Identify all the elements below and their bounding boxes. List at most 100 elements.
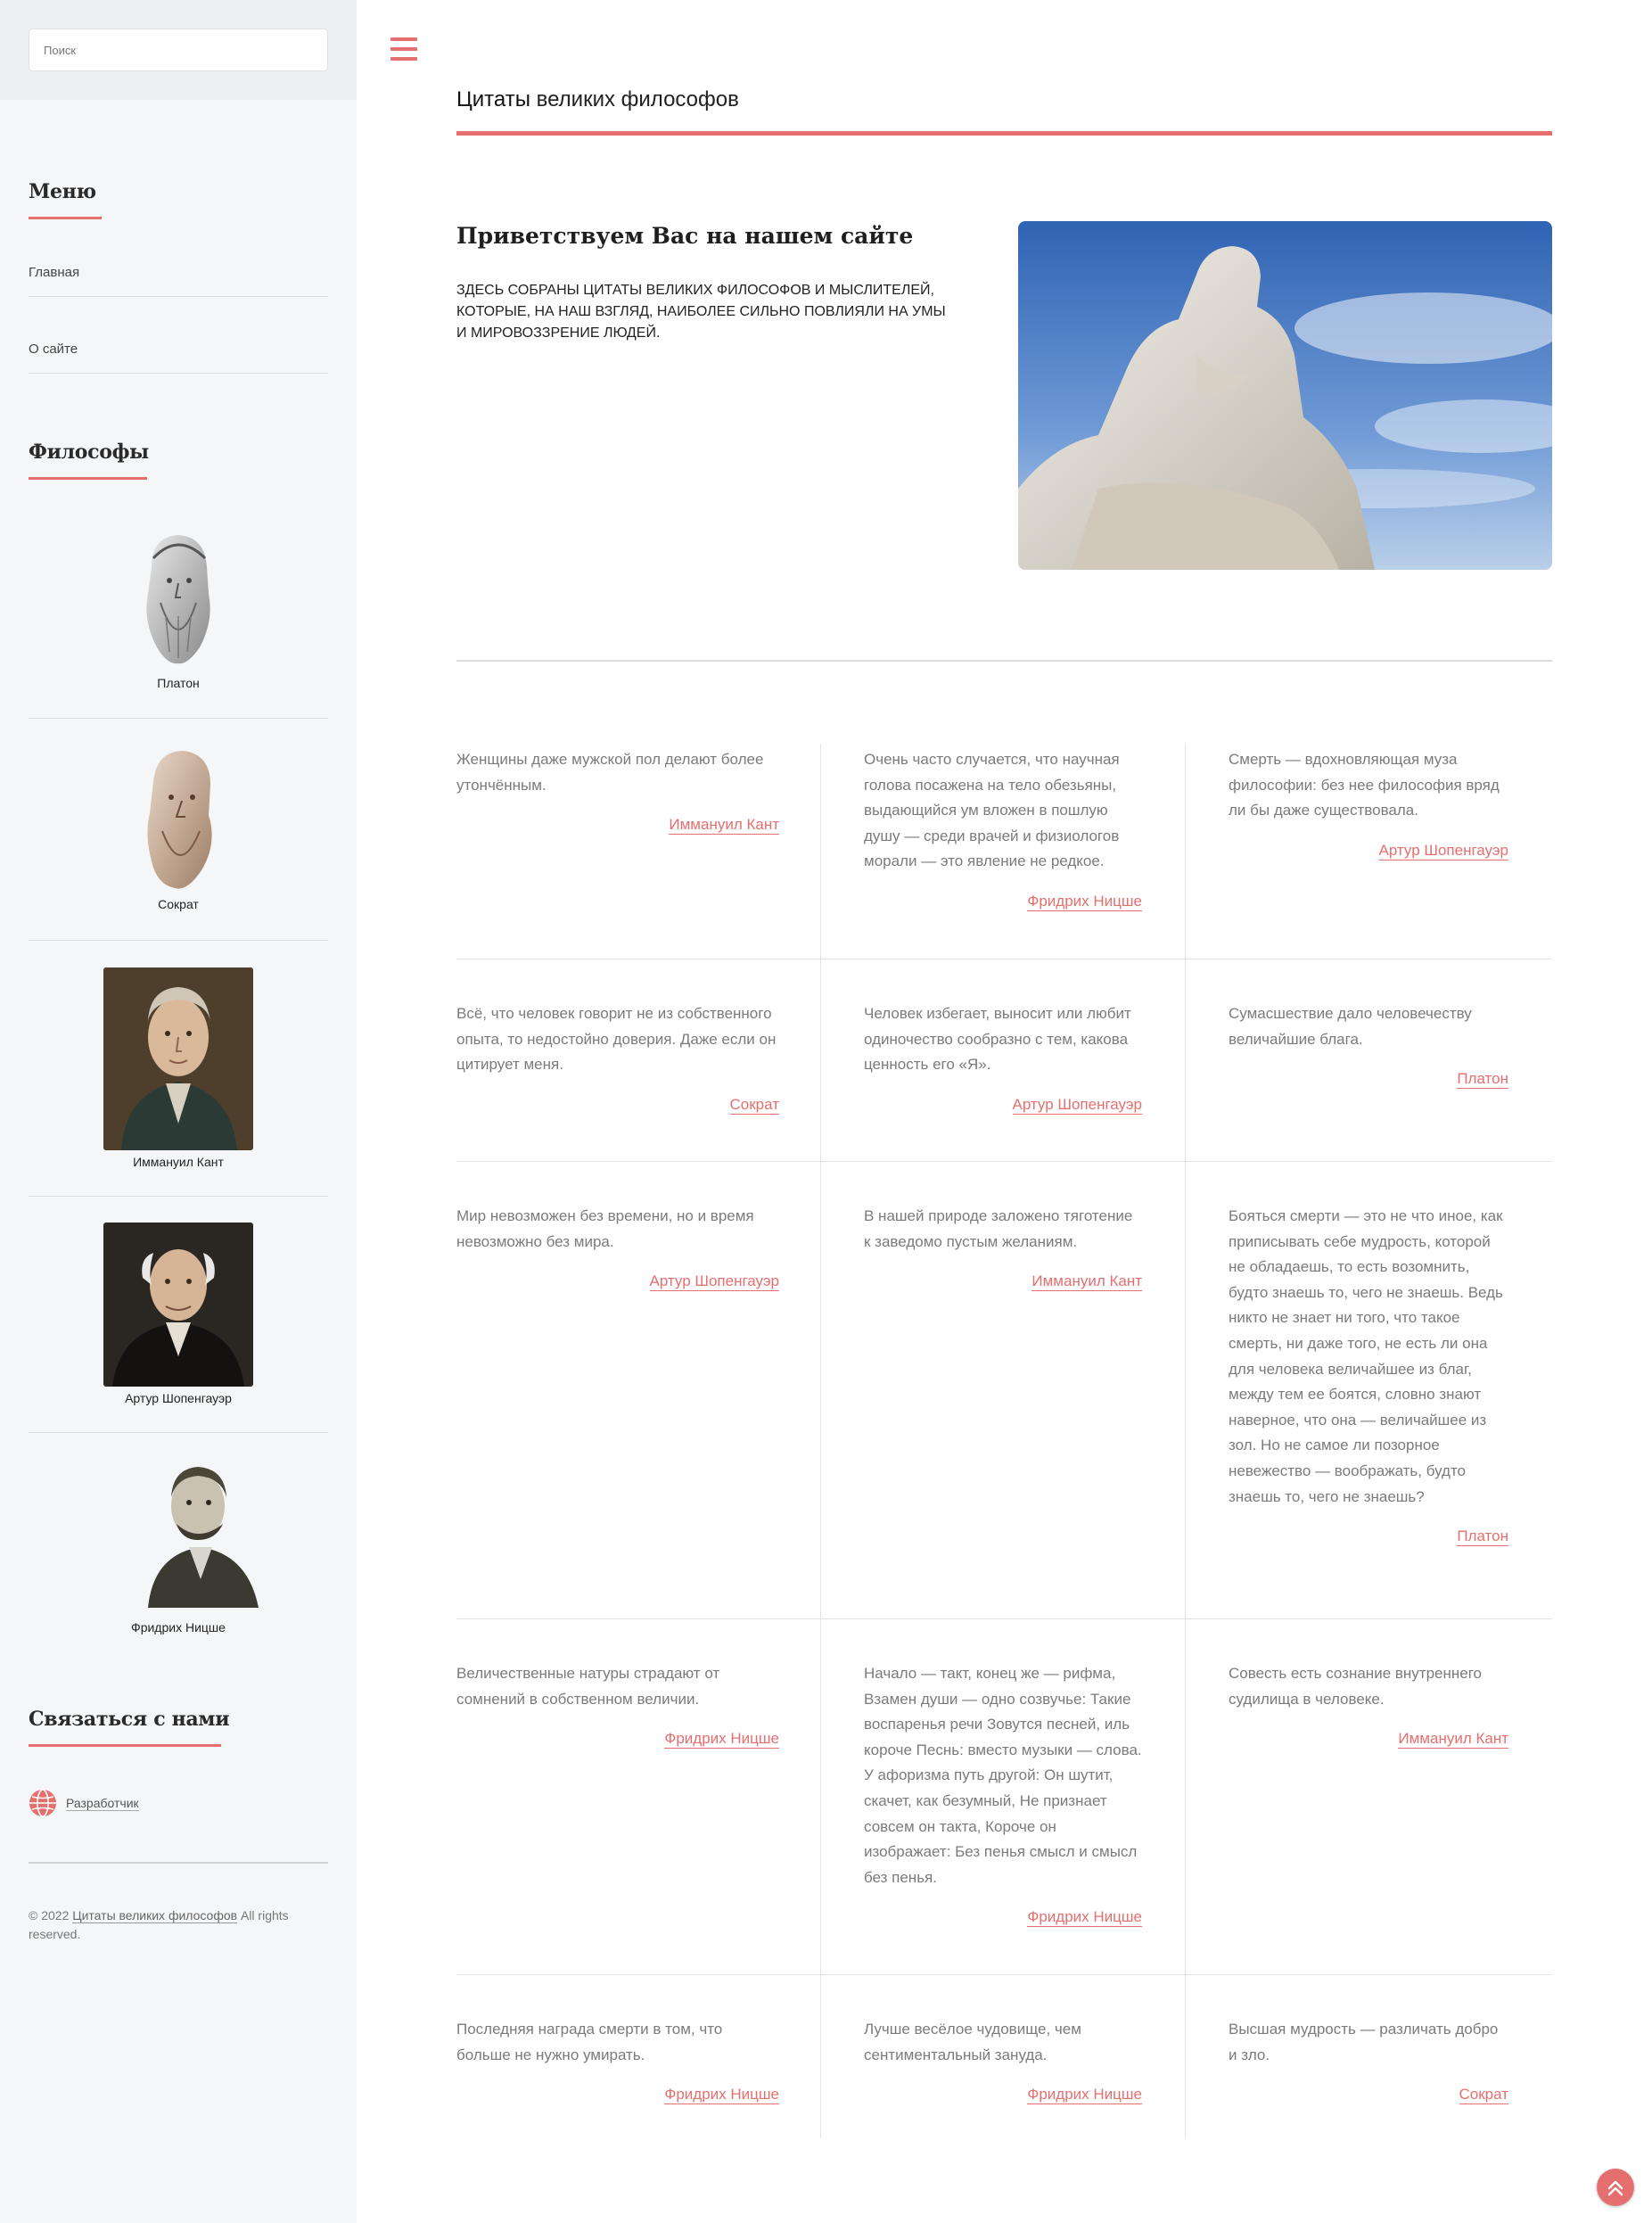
quote-text: Очень часто случается, что научная голов… <box>864 751 1120 870</box>
quote-text: Смерть — вдохновляющая муза философии: б… <box>1229 751 1500 819</box>
quote-card: Последняя награда смерти в том, что боль… <box>456 2017 779 2108</box>
philosopher-name: Сократ <box>158 897 199 911</box>
double-chevron-up-icon <box>1607 2180 1623 2196</box>
philosopher-kant[interactable]: Иммануил Кант <box>29 941 328 1197</box>
page-title: Цитаты великих философов <box>456 87 739 112</box>
grid-row-line <box>456 1161 1552 1162</box>
quote-author-link[interactable]: Фридрих Ницше <box>1027 1908 1142 1928</box>
quote-author-link[interactable]: Сократ <box>1459 2086 1508 2105</box>
scroll-to-top-button[interactable] <box>1597 2169 1634 2206</box>
hero-image-socrates-statue <box>1018 221 1552 570</box>
quote-text: Лучше весёлое чудовище, чем сентименталь… <box>864 2021 1081 2063</box>
quote-card: Высшая мудрость — различать добро и зло.… <box>1229 2017 1508 2108</box>
contact-heading-underline <box>29 1744 221 1747</box>
section-divider <box>456 660 1552 662</box>
philosopher-socrates[interactable]: Сократ <box>29 719 328 941</box>
quote-author-link[interactable]: Иммануил Кант <box>1398 1730 1508 1750</box>
copyright: © 2022 Цитаты великих философов All righ… <box>29 1906 328 1944</box>
quote-author-link[interactable]: Иммануил Кант <box>1031 1272 1142 1292</box>
quote-card: Бояться смерти — это не что иное, как пр… <box>1229 1204 1508 1550</box>
menu-heading: Меню <box>29 180 96 203</box>
welcome-text: Здесь собраны цитаты великих философов и… <box>456 283 946 341</box>
quote-author: Платон <box>1229 1524 1508 1550</box>
quote-text: Бояться смерти — это не что иное, как пр… <box>1229 1207 1503 1505</box>
search-panel <box>0 0 357 100</box>
quote-author-link[interactable]: Платон <box>1457 1070 1508 1090</box>
quote-author-link[interactable]: Фридрих Ницше <box>1027 892 1142 911</box>
menu-toggle-icon[interactable] <box>390 37 419 62</box>
quote-text: Женщины даже мужской пол делают более ут… <box>456 751 764 794</box>
welcome-heading: Приветствуем Вас на нашем сайте <box>456 223 914 249</box>
quote-text: Величественные натуры страдают от сомнен… <box>456 1665 720 1708</box>
quote-author-link[interactable]: Артур Шопенгауэр <box>1012 1095 1142 1115</box>
quote-author: Иммануил Кант <box>456 812 779 838</box>
menu-item-label: Главная <box>29 265 80 280</box>
sidebar-divider <box>29 1862 328 1864</box>
quote-card: Начало — такт, конец же — рифма, Взамен … <box>864 1661 1142 1931</box>
nietzsche-portrait <box>148 1467 259 1608</box>
menu-heading-underline <box>29 217 102 219</box>
quote-author: Фридрих Ницше <box>864 2082 1142 2108</box>
quote-author-link[interactable]: Фридрих Ницше <box>1027 2086 1142 2105</box>
quote-author: Иммануил Кант <box>864 1269 1142 1295</box>
quote-author: Фридрих Ницше <box>864 1905 1142 1931</box>
contact-heading: Связаться с нами <box>29 1708 230 1731</box>
grid-row-line <box>456 1618 1552 1619</box>
philosophers-heading-underline <box>29 477 147 480</box>
quote-card: Очень часто случается, что научная голов… <box>864 747 1142 915</box>
quote-text: Последняя награда смерти в том, что боль… <box>456 2021 723 2063</box>
quote-card: Совесть есть сознание внутреннего судили… <box>1229 1661 1508 1752</box>
quote-text: Всё, что человек говорит не из собственн… <box>456 1005 777 1074</box>
quote-author-link[interactable]: Фридрих Ницше <box>664 2086 779 2105</box>
page-title-rest: великих философов <box>536 87 739 111</box>
quote-author: Сократ <box>456 1092 779 1118</box>
philosopher-name: Фридрих Ницше <box>131 1620 226 1634</box>
grid-row-line <box>456 1974 1552 1975</box>
footer-site-link[interactable]: Цитаты великих философов <box>72 1908 238 1923</box>
quote-card: Человек избегает, выносит или любит один… <box>864 1001 1142 1117</box>
title-rule <box>456 131 1552 136</box>
philosophers-heading: Философы <box>29 440 149 464</box>
kant-portrait <box>103 967 253 1150</box>
quote-author: Артур Шопенгауэр <box>864 1092 1142 1118</box>
quote-author: Платон <box>1229 1066 1508 1092</box>
quote-author: Артур Шопенгауэр <box>1229 838 1508 864</box>
quote-author: Артур Шопенгауэр <box>456 1269 779 1295</box>
globe-icon <box>29 1789 56 1817</box>
quote-author: Сократ <box>1229 2082 1508 2108</box>
developer-link[interactable]: Разработчик <box>66 1796 139 1811</box>
plato-portrait <box>146 535 210 664</box>
quote-card: В нашей природе заложено тяготение к зав… <box>864 1204 1142 1295</box>
quote-author: Фридрих Ницше <box>456 2082 779 2108</box>
page-title-bold: Цитаты <box>456 87 530 111</box>
quote-author-link[interactable]: Иммануил Кант <box>669 816 779 836</box>
quote-author: Фридрих Ницше <box>456 1726 779 1752</box>
quote-text: В нашей природе заложено тяготение к зав… <box>864 1207 1133 1250</box>
search-input[interactable] <box>29 29 328 71</box>
quote-card: Лучше весёлое чудовище, чем сентименталь… <box>864 2017 1142 2108</box>
philosopher-name: Иммануил Кант <box>133 1155 224 1169</box>
quote-author-link[interactable]: Платон <box>1457 1527 1508 1547</box>
quote-author-link[interactable]: Сократ <box>729 1095 779 1115</box>
quote-author-link[interactable]: Артур Шопенгауэр <box>1378 841 1508 860</box>
quote-card: Смерть — вдохновляющая муза философии: б… <box>1229 747 1508 863</box>
menu-item-about[interactable]: О сайте <box>29 297 328 374</box>
quote-author-link[interactable]: Артур Шопенгауэр <box>649 1272 779 1292</box>
philosopher-name: Артур Шопенгауэр <box>125 1391 232 1405</box>
sidebar: Меню Главная О сайте Философы Платон Сок… <box>0 0 357 2223</box>
philosopher-nietzsche[interactable]: Фридрих Ницше <box>29 1433 328 1643</box>
grid-col-line <box>1185 744 1186 2138</box>
quote-card: Женщины даже мужской пол делают более ут… <box>456 747 779 838</box>
quote-text: Мир невозможен без времени, но и время н… <box>456 1207 754 1250</box>
quote-text: Начало — такт, конец же — рифма, Взамен … <box>864 1665 1142 1886</box>
menu-item-label: О сайте <box>29 342 78 357</box>
quote-text: Сумасшествие дало человечеству величайши… <box>1229 1005 1472 1048</box>
quote-card: Величественные натуры страдают от сомнен… <box>456 1661 779 1752</box>
philosopher-plato[interactable]: Платон <box>29 508 328 719</box>
quote-card: Всё, что человек говорит не из собственн… <box>456 1001 779 1117</box>
menu-item-home[interactable]: Главная <box>29 220 328 297</box>
quote-author-link[interactable]: Фридрих Ницше <box>664 1730 779 1750</box>
copyright-prefix: © 2022 <box>29 1908 70 1922</box>
quote-author: Иммануил Кант <box>1229 1726 1508 1752</box>
philosopher-schopenhauer[interactable]: Артур Шопенгауэр <box>29 1197 328 1433</box>
